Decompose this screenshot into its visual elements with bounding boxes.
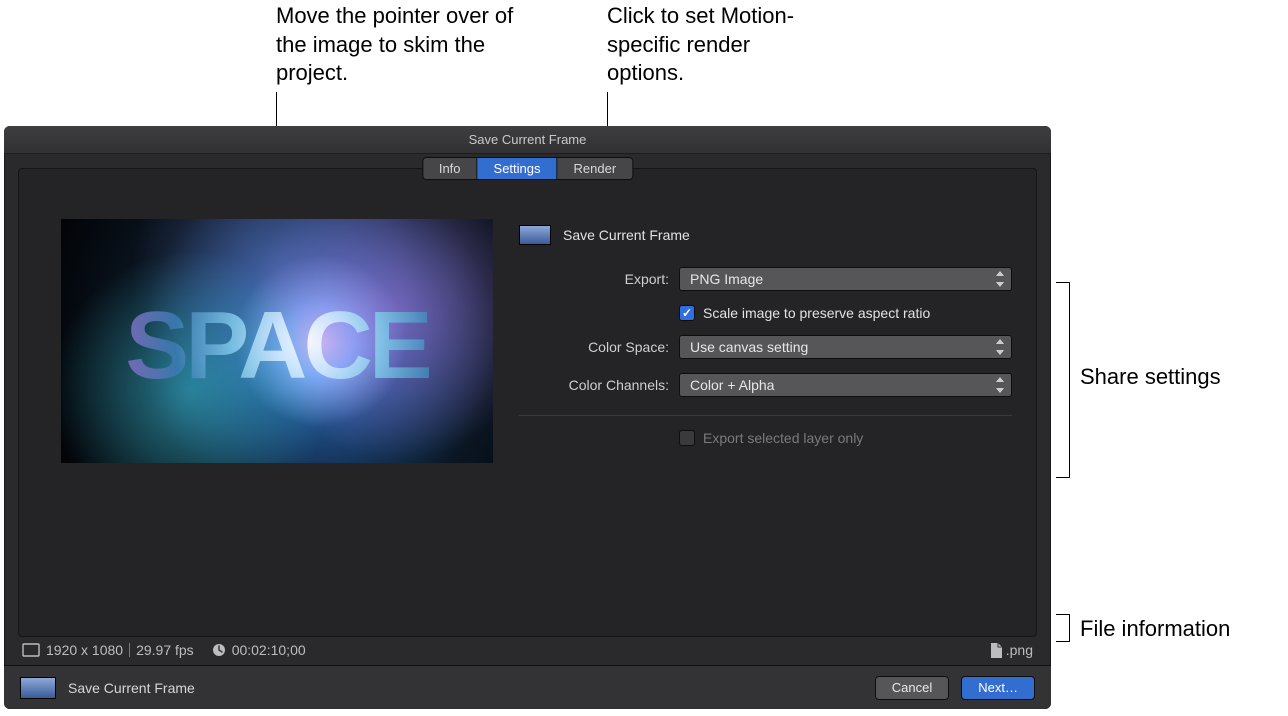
- inspector-pane: Info Settings Render SPACE Save Current …: [18, 168, 1037, 637]
- callout-share-settings: Share settings: [1080, 364, 1221, 390]
- preset-thumbnail-icon: [519, 225, 551, 245]
- bracket-share: [1056, 282, 1070, 478]
- status-fps: 29.97 fps: [136, 642, 194, 658]
- bottom-bar: Save Current Frame Cancel Next…: [4, 665, 1051, 709]
- next-button[interactable]: Next…: [961, 676, 1035, 700]
- callout-file-information: File information: [1080, 616, 1230, 642]
- export-popup[interactable]: PNG Image: [679, 267, 1012, 291]
- dialog-title: Save Current Frame: [4, 126, 1051, 154]
- popup-arrows-icon: [995, 376, 1005, 394]
- export-layer-checkbox-row: Export selected layer only: [679, 430, 1012, 446]
- scale-checkbox-label: Scale image to preserve aspect ratio: [703, 305, 930, 321]
- bottom-label: Save Current Frame: [68, 680, 195, 696]
- colorchannels-popup[interactable]: Color + Alpha: [679, 373, 1012, 397]
- export-label: Export:: [519, 271, 669, 287]
- scale-checkbox[interactable]: [679, 305, 695, 321]
- tab-info[interactable]: Info: [423, 158, 478, 179]
- bracket-fileinfo: [1056, 614, 1070, 642]
- bottom-thumbnail-icon: [20, 677, 56, 699]
- colorspace-popup[interactable]: Use canvas setting: [679, 335, 1012, 359]
- colorspace-label: Color Space:: [519, 339, 669, 355]
- colorchannels-label: Color Channels:: [519, 377, 669, 393]
- settings-header-title: Save Current Frame: [563, 227, 690, 243]
- tab-settings[interactable]: Settings: [478, 158, 558, 179]
- preview-title-graphic: SPACE: [125, 298, 429, 394]
- settings-divider: [519, 415, 1012, 416]
- popup-arrows-icon: [995, 270, 1005, 288]
- annotation-render: Click to set Motion-specific render opti…: [607, 2, 827, 88]
- export-layer-checkbox-label: Export selected layer only: [703, 430, 863, 446]
- annotation-skim: Move the pointer over of the image to sk…: [276, 2, 526, 88]
- status-divider: [129, 643, 130, 657]
- scale-checkbox-row[interactable]: Scale image to preserve aspect ratio: [679, 305, 1012, 321]
- inspector-tabs: Info Settings Render: [422, 157, 633, 180]
- clock-icon: [212, 643, 226, 657]
- colorspace-value: Use canvas setting: [690, 339, 808, 355]
- export-value: PNG Image: [690, 271, 763, 287]
- settings-form: Export: PNG Image Scale image to preserv…: [519, 267, 1012, 446]
- settings-header: Save Current Frame: [519, 225, 690, 245]
- status-extension: .png: [1006, 642, 1033, 658]
- colorchannels-value: Color + Alpha: [690, 377, 774, 393]
- save-frame-dialog: Save Current Frame Info Settings Render …: [4, 126, 1051, 709]
- export-layer-checkbox: [679, 430, 695, 446]
- popup-arrows-icon: [995, 338, 1005, 356]
- status-resolution: 1920 x 1080: [46, 642, 123, 658]
- file-icon: [990, 643, 1002, 658]
- status-bar: 1920 x 1080 29.97 fps 00:02:10;00 .png: [22, 639, 1033, 661]
- status-timecode: 00:02:10;00: [232, 642, 306, 658]
- tab-render[interactable]: Render: [558, 158, 633, 179]
- resolution-icon: [22, 643, 40, 657]
- cancel-button[interactable]: Cancel: [875, 676, 949, 700]
- preview-image[interactable]: SPACE: [61, 219, 493, 463]
